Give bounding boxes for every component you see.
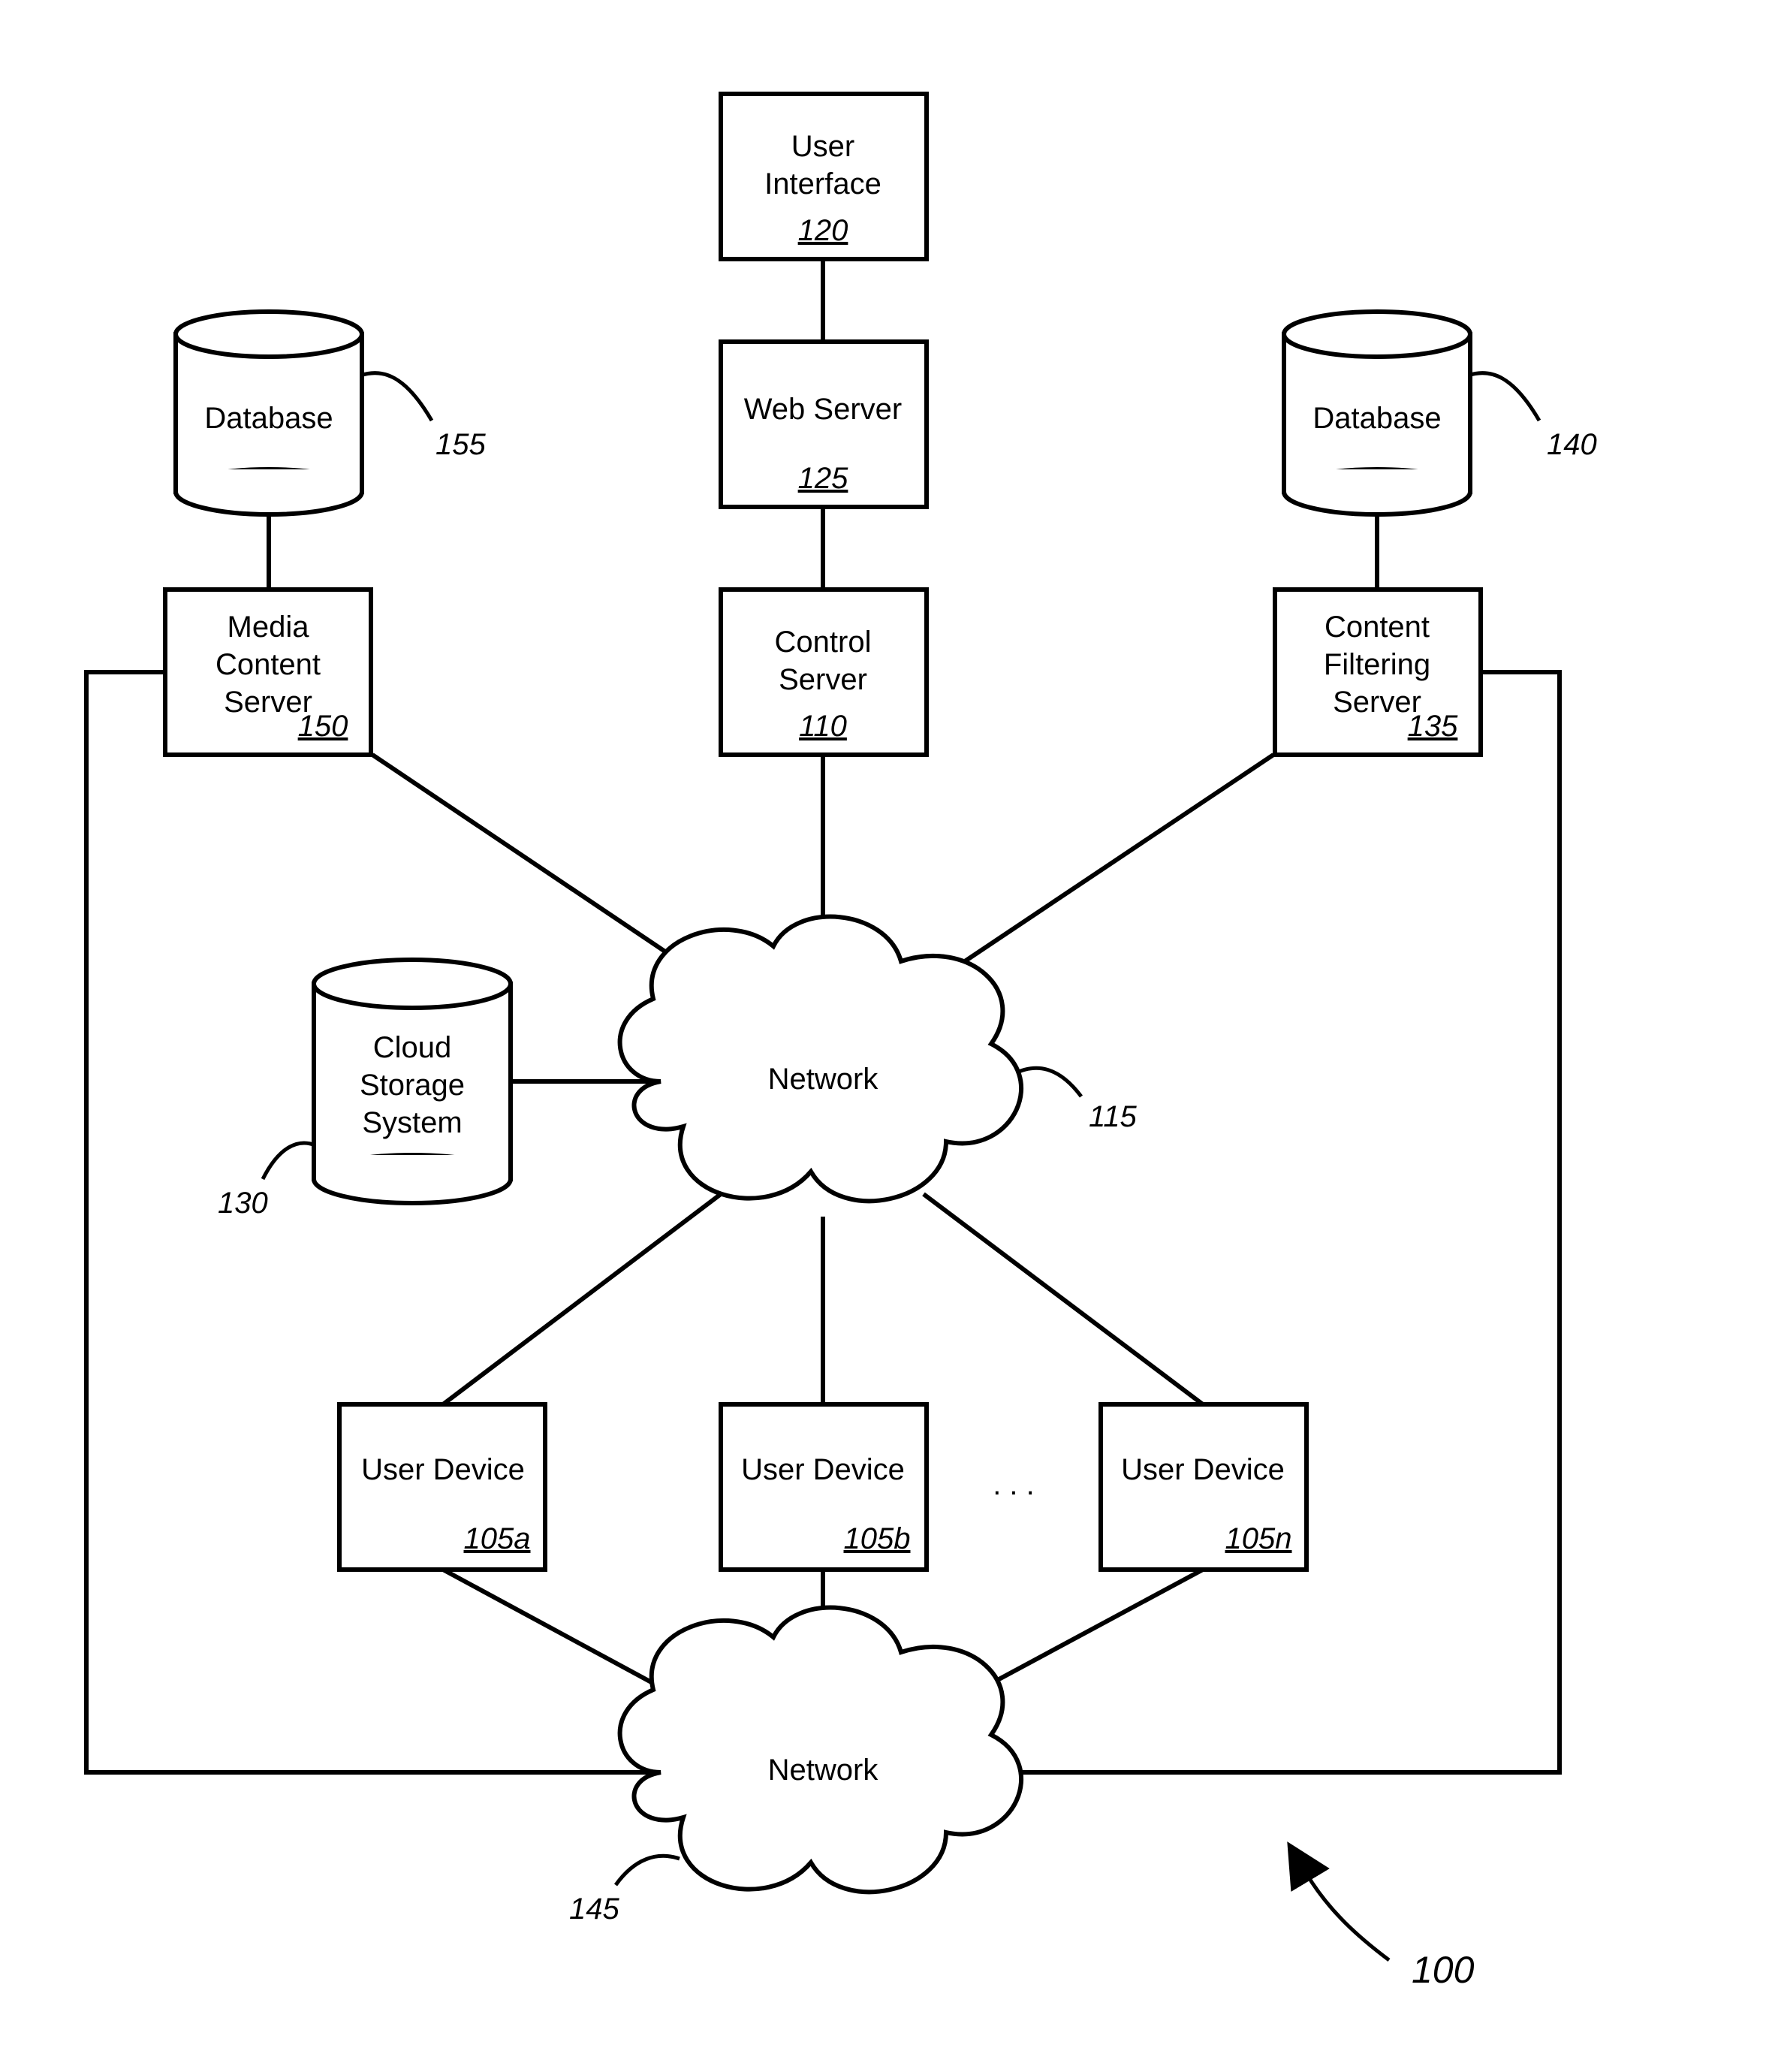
control-server-label-1: Control — [775, 626, 872, 659]
network-top-label: Network — [768, 1063, 879, 1096]
user-device-a-label: User Device — [361, 1453, 525, 1486]
node-user-device-b: User Device 105b — [721, 1404, 927, 1570]
network-bottom-label: Network — [768, 1754, 879, 1787]
user-device-n-label: User Device — [1121, 1453, 1285, 1486]
user-device-a-ref: 105a — [464, 1522, 531, 1555]
control-server-label-2: Server — [779, 663, 867, 696]
user-device-b-ref: 105b — [844, 1522, 911, 1555]
user-interface-label-1: User — [791, 130, 854, 163]
node-content-filtering-server: Content Filtering Server 135 — [1275, 590, 1481, 755]
cloud-storage-label-2: Storage — [360, 1069, 465, 1102]
node-database-right: Database — [1284, 312, 1470, 514]
user-interface-label-2: Interface — [764, 167, 881, 201]
node-control-server: Control Server 110 — [721, 590, 927, 755]
node-media-content-server: Media Content Server 150 — [165, 590, 371, 755]
system-diagram: User Interface 120 Web Server 125 Contro… — [0, 0, 1766, 2072]
media-content-server-label-1: Media — [228, 611, 310, 644]
node-network-top: Network — [620, 917, 1021, 1202]
web-server-ref: 125 — [798, 462, 848, 495]
user-device-n-ref: 105n — [1225, 1522, 1292, 1555]
database-right-label: Database — [1312, 402, 1441, 435]
user-device-b-label: User Device — [741, 1453, 905, 1486]
database-right-ref: 140 — [1547, 428, 1597, 461]
user-interface-ref: 120 — [798, 214, 848, 247]
web-server-label: Web Server — [744, 393, 902, 426]
cloud-storage-label-3: System — [362, 1106, 462, 1139]
content-filtering-server-label-1: Content — [1324, 611, 1430, 644]
content-filtering-server-label-2: Filtering — [1324, 648, 1430, 681]
figure-ref: 100 — [1412, 1949, 1475, 1991]
media-content-server-ref: 150 — [298, 710, 348, 743]
database-left-label: Database — [204, 402, 333, 435]
ellipsis-label: . . . — [993, 1468, 1035, 1501]
network-top-ref: 115 — [1089, 1100, 1138, 1133]
control-server-ref: 110 — [799, 710, 847, 743]
node-user-interface: User Interface 120 — [721, 94, 927, 259]
node-user-device-a: User Device 105a — [339, 1404, 545, 1570]
node-database-left: Database — [176, 312, 362, 514]
media-content-server-label-2: Content — [215, 648, 321, 681]
node-web-server: Web Server 125 — [721, 342, 927, 507]
node-user-device-n: User Device 105n — [1101, 1404, 1306, 1570]
network-bottom-ref: 145 — [569, 1893, 619, 1926]
cloud-storage-label-1: Cloud — [373, 1031, 452, 1064]
node-network-bottom: Network — [620, 1608, 1021, 1893]
node-cloud-storage-system: Cloud Storage System — [314, 960, 511, 1203]
database-left-ref: 155 — [435, 428, 486, 461]
cloud-storage-ref: 130 — [218, 1187, 268, 1220]
content-filtering-server-ref: 135 — [1408, 710, 1458, 743]
